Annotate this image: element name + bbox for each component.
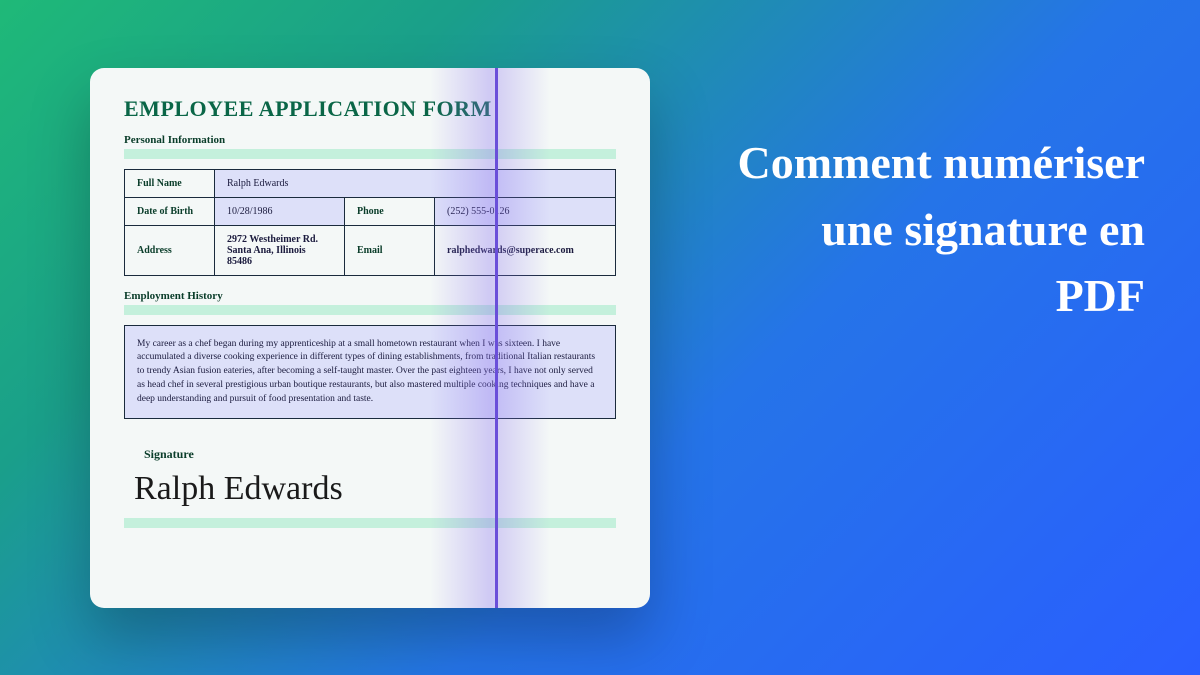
page-headline: Comment numériser une signature en PDF	[735, 130, 1145, 330]
document-card: EMPLOYEE APPLICATION FORM Personal Infor…	[90, 68, 650, 608]
address-line2: Santa Ana, Illinois 85486	[227, 245, 306, 267]
section-employment-history: Employment History	[124, 290, 616, 305]
phone-value: (252) 555-0126	[435, 197, 616, 225]
personal-info-table: Full Name Ralph Edwards Date of Birth 10…	[124, 169, 616, 276]
section-personal-info: Personal Information	[124, 134, 616, 149]
divider-bar	[124, 305, 616, 315]
dob-label: Date of Birth	[125, 197, 215, 225]
email-value: ralphedwards@superace.com	[435, 225, 616, 275]
document-title: EMPLOYEE APPLICATION FORM	[124, 96, 616, 122]
divider-bar	[124, 149, 616, 159]
table-row: Date of Birth 10/28/1986 Phone (252) 555…	[125, 197, 616, 225]
address-line1: 2972 Westheimer Rd.	[227, 234, 318, 245]
address-value: 2972 Westheimer Rd. Santa Ana, Illinois …	[215, 225, 345, 275]
email-label: Email	[345, 225, 435, 275]
signature-value: Ralph Edwards	[134, 470, 616, 508]
fullname-label: Full Name	[125, 169, 215, 197]
table-row: Full Name Ralph Edwards	[125, 169, 616, 197]
fullname-value: Ralph Edwards	[215, 169, 616, 197]
scan-line	[495, 68, 498, 608]
dob-value: 10/28/1986	[215, 197, 345, 225]
phone-label: Phone	[345, 197, 435, 225]
divider-bar	[124, 518, 616, 528]
employment-history-text: My career as a chef began during my appr…	[124, 325, 616, 420]
signature-label: Signature	[144, 447, 616, 462]
address-label: Address	[125, 225, 215, 275]
table-row: Address 2972 Westheimer Rd. Santa Ana, I…	[125, 225, 616, 275]
